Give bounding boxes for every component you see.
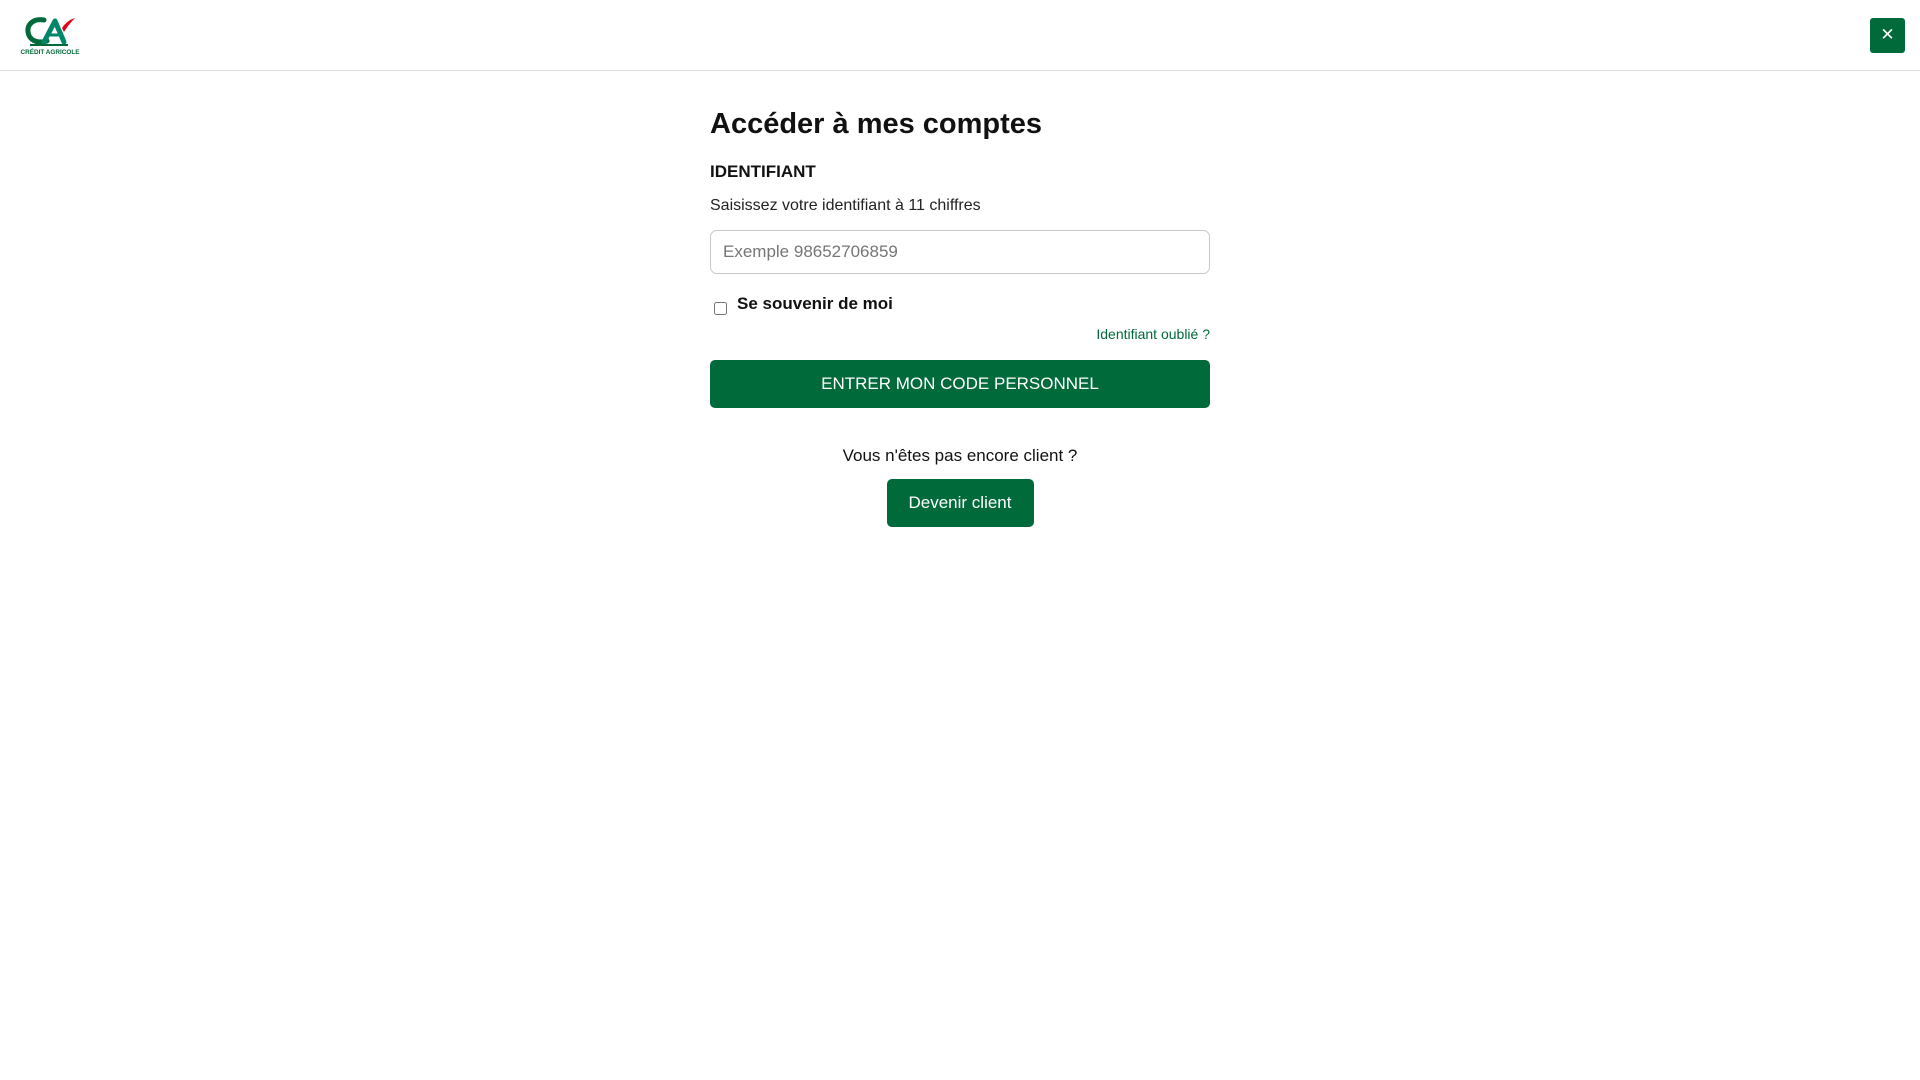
identifier-help-text: Saisissez votre identifiant à 11 chiffre… bbox=[710, 197, 981, 214]
become-client-button[interactable]: Devenir client bbox=[886, 479, 1034, 527]
close-button[interactable]: ✕ bbox=[1870, 18, 1905, 53]
close-icon: ✕ bbox=[1880, 25, 1895, 45]
top-bar: CRÉDIT AGRICOLE ✕ bbox=[0, 0, 1920, 71]
forgot-row: Identifiant oublié ? bbox=[710, 326, 1210, 342]
enter-personal-code-button[interactable]: ENTRER MON CODE PERSONNEL bbox=[710, 360, 1210, 408]
page-title: Accéder à mes comptes bbox=[710, 108, 1043, 140]
logo-wordmark: CRÉDIT AGRICOLE bbox=[20, 47, 80, 56]
become-client-wrap: Devenir client bbox=[710, 479, 1210, 527]
credit-agricole-logo[interactable]: CRÉDIT AGRICOLE bbox=[14, 14, 86, 56]
not-yet-client-text: Vous n'êtes pas encore client ? bbox=[842, 446, 1078, 465]
forgot-identifier-link[interactable]: Identifiant oublié ? bbox=[1096, 326, 1210, 342]
login-panel: Accéder à mes comptes IDENTIFIANT Saisis… bbox=[710, 106, 1210, 527]
remember-me-label[interactable]: Se souvenir de moi bbox=[737, 294, 893, 314]
credit-agricole-logo-icon: CRÉDIT AGRICOLE bbox=[20, 17, 80, 56]
identifier-label: IDENTIFIANT bbox=[710, 162, 816, 181]
remember-me-row: Se souvenir de moi bbox=[710, 294, 1210, 315]
remember-me-checkbox[interactable] bbox=[714, 301, 727, 315]
identifier-input[interactable] bbox=[710, 230, 1210, 274]
